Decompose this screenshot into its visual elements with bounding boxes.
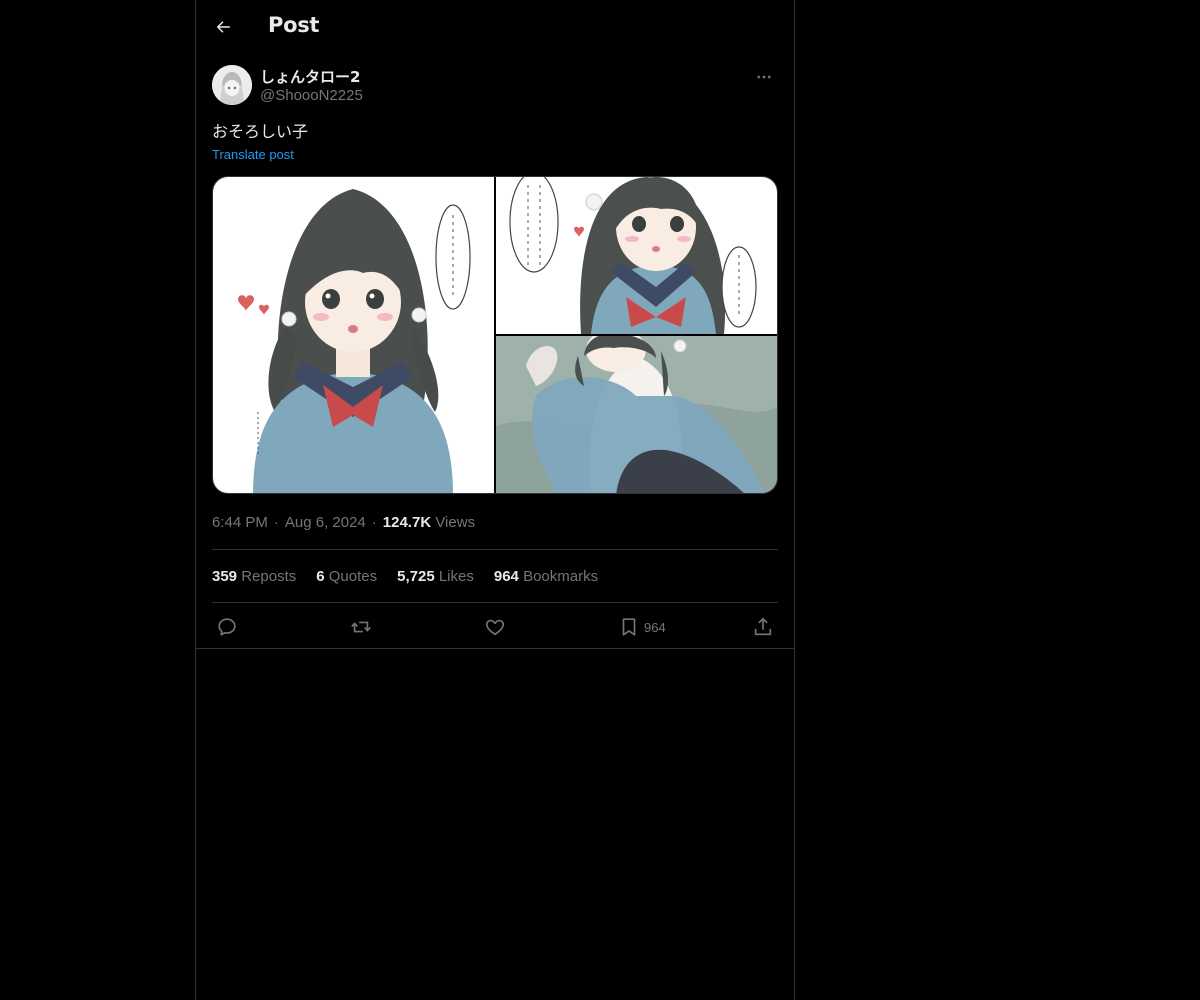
views-count: 124.7K bbox=[382, 514, 432, 531]
avatar[interactable] bbox=[212, 65, 252, 105]
post-meta: 6:44 PM · Aug 6, 2024 · 124.7K Views bbox=[212, 513, 778, 533]
views-label: Views bbox=[435, 514, 476, 531]
like-button[interactable] bbox=[484, 616, 506, 638]
more-options-button[interactable] bbox=[752, 67, 776, 87]
bookmark-count: 964 bbox=[644, 619, 666, 635]
author-row: しょんタロー2 @ShoooN2225 bbox=[212, 65, 778, 117]
media-image-2[interactable] bbox=[496, 177, 777, 334]
repost-button[interactable] bbox=[350, 616, 372, 638]
media-grid bbox=[212, 176, 778, 494]
share-button[interactable] bbox=[752, 616, 774, 638]
illustration-girl-top-right bbox=[496, 177, 777, 334]
post-time[interactable]: 6:44 PM bbox=[212, 514, 268, 531]
post: しょんタロー2 @ShoooN2225 おそろしい子 Translate pos… bbox=[196, 65, 794, 650]
quotes-label: Quotes bbox=[328, 567, 378, 585]
author-display-name[interactable]: しょんタロー2 bbox=[260, 66, 360, 87]
bookmarks-count: 964 bbox=[493, 567, 519, 585]
top-bar: Post bbox=[196, 0, 794, 54]
post-stats: 359 Reposts 6 Quotes 5,725 Likes 964 Boo… bbox=[212, 550, 778, 602]
author-handle[interactable]: @ShoooN2225 bbox=[260, 87, 363, 104]
arrow-left-icon bbox=[216, 21, 230, 33]
bookmarks-label: Bookmarks bbox=[523, 567, 599, 585]
translate-post-link[interactable]: Translate post bbox=[212, 147, 294, 162]
illustration-girl-portrait bbox=[213, 177, 494, 493]
illustration-girl-hug bbox=[496, 328, 777, 493]
reposts-label: Reposts bbox=[241, 567, 297, 585]
post-date[interactable]: Aug 6, 2024 bbox=[285, 514, 366, 531]
stat-likes[interactable]: 5,725 Likes bbox=[397, 568, 474, 585]
bookmark-icon bbox=[622, 618, 636, 636]
meta-separator: · bbox=[371, 514, 377, 531]
stat-quotes[interactable]: 6 Quotes bbox=[316, 568, 377, 585]
quotes-count: 6 bbox=[316, 567, 325, 585]
heart-icon bbox=[485, 619, 505, 636]
reply-icon bbox=[218, 618, 236, 636]
post-text: おそろしい子 bbox=[212, 122, 309, 141]
stat-reposts[interactable]: 359 Reposts bbox=[212, 568, 296, 585]
reply-button[interactable] bbox=[216, 616, 238, 638]
stat-bookmarks[interactable]: 964 Bookmarks bbox=[494, 568, 598, 585]
media-image-3[interactable] bbox=[496, 328, 777, 493]
page-title: Post bbox=[268, 13, 320, 37]
post-column: Post しょんタロー2 @ShoooN2225 おそろしい子 Translat… bbox=[195, 0, 795, 1000]
likes-label: Likes bbox=[438, 567, 474, 585]
likes-count: 5,725 bbox=[397, 567, 435, 585]
repost-icon bbox=[351, 621, 371, 633]
post-bottom-border bbox=[196, 648, 794, 649]
more-icon bbox=[757, 75, 771, 79]
media-image-1[interactable] bbox=[213, 177, 494, 493]
bookmark-button[interactable]: 964 bbox=[618, 616, 666, 638]
avatar-image bbox=[212, 65, 252, 105]
back-button[interactable] bbox=[208, 10, 238, 44]
meta-separator: · bbox=[273, 514, 279, 531]
action-bar: 964 bbox=[212, 603, 778, 650]
reposts-count: 359 bbox=[212, 567, 238, 585]
share-icon bbox=[754, 617, 772, 636]
